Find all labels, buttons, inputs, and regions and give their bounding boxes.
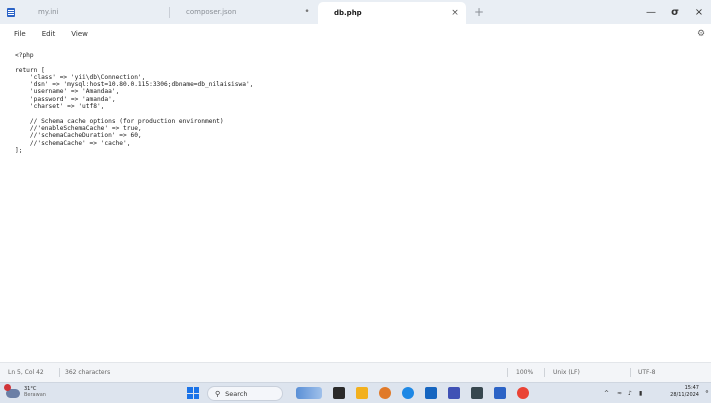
status-divider [544,368,545,377]
minimize-button[interactable]: — [639,0,663,24]
terminal-icon[interactable] [471,387,483,399]
battery-icon[interactable]: ▮ [639,383,642,403]
menu-bar: File Edit View ⚙ [0,24,711,44]
close-tab-icon[interactable]: × [444,8,466,18]
clock-time: 15:47 [684,385,699,391]
code-line: return [ [15,66,45,74]
unsaved-dot-icon[interactable]: • [296,7,318,17]
weather-alert-badge [4,384,11,391]
zoom-level[interactable]: 100% [516,363,533,382]
code-line: 'dsn' => 'mysql:host=10.80.0.115:3306;db… [15,81,254,89]
search-icon: ⚲ [215,389,221,398]
tab-db-php[interactable]: db.php × [318,2,466,24]
code-line: //'schemaCacheDuration' => 60, [15,132,142,140]
title-bar: my.ini composer.json • db.php × + — σ × [0,0,711,24]
taskbar: 31°C Berawan ⚲ Search ^ ≈ ♪ ▮ 15:47 28/1… [0,382,711,403]
weather-condition: Berawan [24,391,46,398]
clock[interactable]: 15:47 28/11/2024 [670,385,699,399]
taskbar-search[interactable]: ⚲ Search [207,386,283,401]
wifi-icon[interactable]: ≈ [617,383,622,403]
code-line: ]; [15,146,23,154]
tab-my-ini[interactable]: my.ini [22,0,170,24]
code-line: 'charset' => 'utf8', [15,103,105,111]
tray-chevron-icon[interactable]: ^ [604,383,609,403]
code-line: 'password' => 'amanda', [15,95,116,103]
cursor-position[interactable]: Ln 5, Col 42 [8,363,44,382]
volume-icon[interactable]: ♪ [628,383,632,403]
code-line: //'schemaCache' => 'cache', [15,139,131,147]
code-line: <?php [15,52,34,59]
new-tab-button[interactable]: + [466,0,492,24]
code-editor-icon[interactable] [448,387,460,399]
text-editor[interactable]: <?php return [ 'class' => 'yii\db\Connec… [0,44,711,362]
encoding[interactable]: UTF-8 [638,363,656,382]
menu-edit[interactable]: Edit [34,30,64,38]
task-view-icon[interactable] [333,387,345,399]
menu-file[interactable]: File [6,30,34,38]
code-line: // Schema cache options (for production … [15,117,224,125]
line-ending[interactable]: Unix (LF) [553,363,580,382]
notepad-taskbar-icon[interactable] [494,387,506,399]
code-line: //'enableSchemaCache' => true, [15,124,142,132]
cloud-icon [4,384,20,398]
code-line: 'class' => 'yii\db\Connection', [15,73,146,81]
store-icon[interactable] [425,387,437,399]
notification-bell-icon[interactable]: ⚬ [704,388,710,396]
file-explorer-icon[interactable] [356,387,368,399]
status-divider [630,368,631,377]
clock-date: 28/11/2024 [670,392,699,398]
tab-composer-json[interactable]: composer.json • [170,0,318,24]
browser-icon[interactable] [379,387,391,399]
search-label: Search [225,389,248,398]
character-count: 362 characters [65,369,111,376]
menu-view[interactable]: View [63,30,96,38]
tab-label: db.php [334,9,362,17]
status-bar: Ln 5, Col 42 362 characters 100% Unix (L… [0,362,711,382]
edge-icon[interactable] [402,387,414,399]
code-line: 'username' => 'Amandaa', [15,88,120,96]
notepad-app-icon [0,0,22,24]
tab-label: my.ini [38,8,59,16]
chrome-icon[interactable] [517,387,529,399]
weather-widget[interactable]: 31°C Berawan [4,384,46,398]
status-divider [59,368,60,377]
status-divider [507,368,508,377]
windows-start-icon[interactable] [187,387,199,399]
window-controls: — σ × [639,0,711,24]
settings-gear-icon[interactable]: ⚙ [694,27,708,41]
close-window-button[interactable]: × [687,0,711,24]
widgets-taskbar-icon[interactable] [296,387,322,399]
tab-label: composer.json [186,8,237,16]
maximize-button[interactable]: σ [663,0,687,24]
